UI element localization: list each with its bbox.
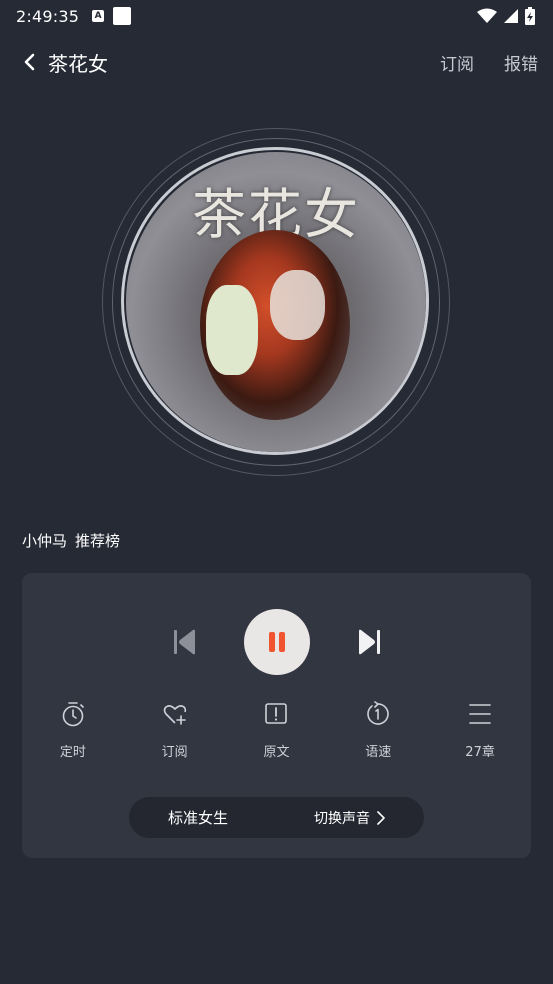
battery-charging-icon: [525, 7, 535, 25]
cover-illustration: [200, 230, 350, 420]
action-row: 定时 订阅 原文 语速 27章: [22, 701, 531, 760]
chevron-right-icon: [377, 810, 385, 825]
next-track-button[interactable]: [356, 627, 382, 657]
list-icon: [469, 704, 491, 724]
pause-icon: [268, 632, 285, 652]
action-original-text[interactable]: 原文: [236, 701, 316, 760]
speed-icon: [367, 701, 390, 725]
album-disc: 茶花女: [102, 128, 450, 476]
heart-plus-icon: [163, 705, 186, 725]
header-actions: 订阅 报错: [440, 50, 538, 75]
action-timer[interactable]: 定时: [33, 701, 113, 760]
switch-voice-label: 切换声音: [314, 810, 370, 827]
status-left: 2:49:35 A: [16, 6, 132, 26]
skip-previous-icon: [173, 629, 195, 655]
subscribe-link[interactable]: 订阅: [440, 50, 474, 75]
action-speed[interactable]: 语速: [338, 701, 418, 760]
status-bar: 2:49:35 A: [0, 0, 553, 32]
page-title: 茶花女: [48, 51, 108, 76]
header-left: 茶花女: [22, 48, 108, 77]
report-error-link[interactable]: 报错: [504, 50, 538, 75]
action-chapters[interactable]: 27章: [440, 701, 520, 760]
notification-a-icon: A: [92, 10, 105, 22]
book-cover-image: 茶花女: [126, 152, 426, 452]
narrator-name: 小仲马: [22, 532, 68, 550]
voice-selector[interactable]: 标准女生 切换声音: [129, 797, 424, 838]
source-line: 小仲马 推荐榜: [22, 530, 120, 551]
previous-track-button[interactable]: [172, 627, 198, 657]
timer-icon: [62, 702, 84, 727]
action-label: 定时: [59, 745, 86, 760]
action-label: 原文: [263, 745, 290, 760]
player-panel: 定时 订阅 原文 语速 27章 标准女生 切换声音: [22, 573, 531, 858]
header: 茶花女 订阅 报错: [0, 40, 553, 84]
ranking-list-name: 推荐榜: [75, 532, 121, 550]
action-subscribe[interactable]: 订阅: [135, 701, 215, 760]
switch-voice-button[interactable]: 切换声音: [314, 808, 386, 828]
back-arrow-icon[interactable]: [22, 52, 38, 72]
book-icon: [265, 703, 288, 724]
skip-next-icon: [358, 629, 380, 655]
playback-controls: [22, 609, 531, 675]
status-right: [477, 7, 535, 25]
notification-square-icon: [113, 7, 132, 25]
wifi-icon: [477, 8, 497, 23]
pause-button[interactable]: [243, 609, 310, 675]
cellular-signal-icon: [504, 9, 518, 23]
current-voice-label: 标准女生: [168, 809, 229, 827]
action-label: 27章: [465, 745, 495, 760]
status-time: 2:49:35: [16, 6, 80, 26]
action-label: 语速: [365, 745, 392, 760]
action-label: 订阅: [161, 745, 188, 760]
